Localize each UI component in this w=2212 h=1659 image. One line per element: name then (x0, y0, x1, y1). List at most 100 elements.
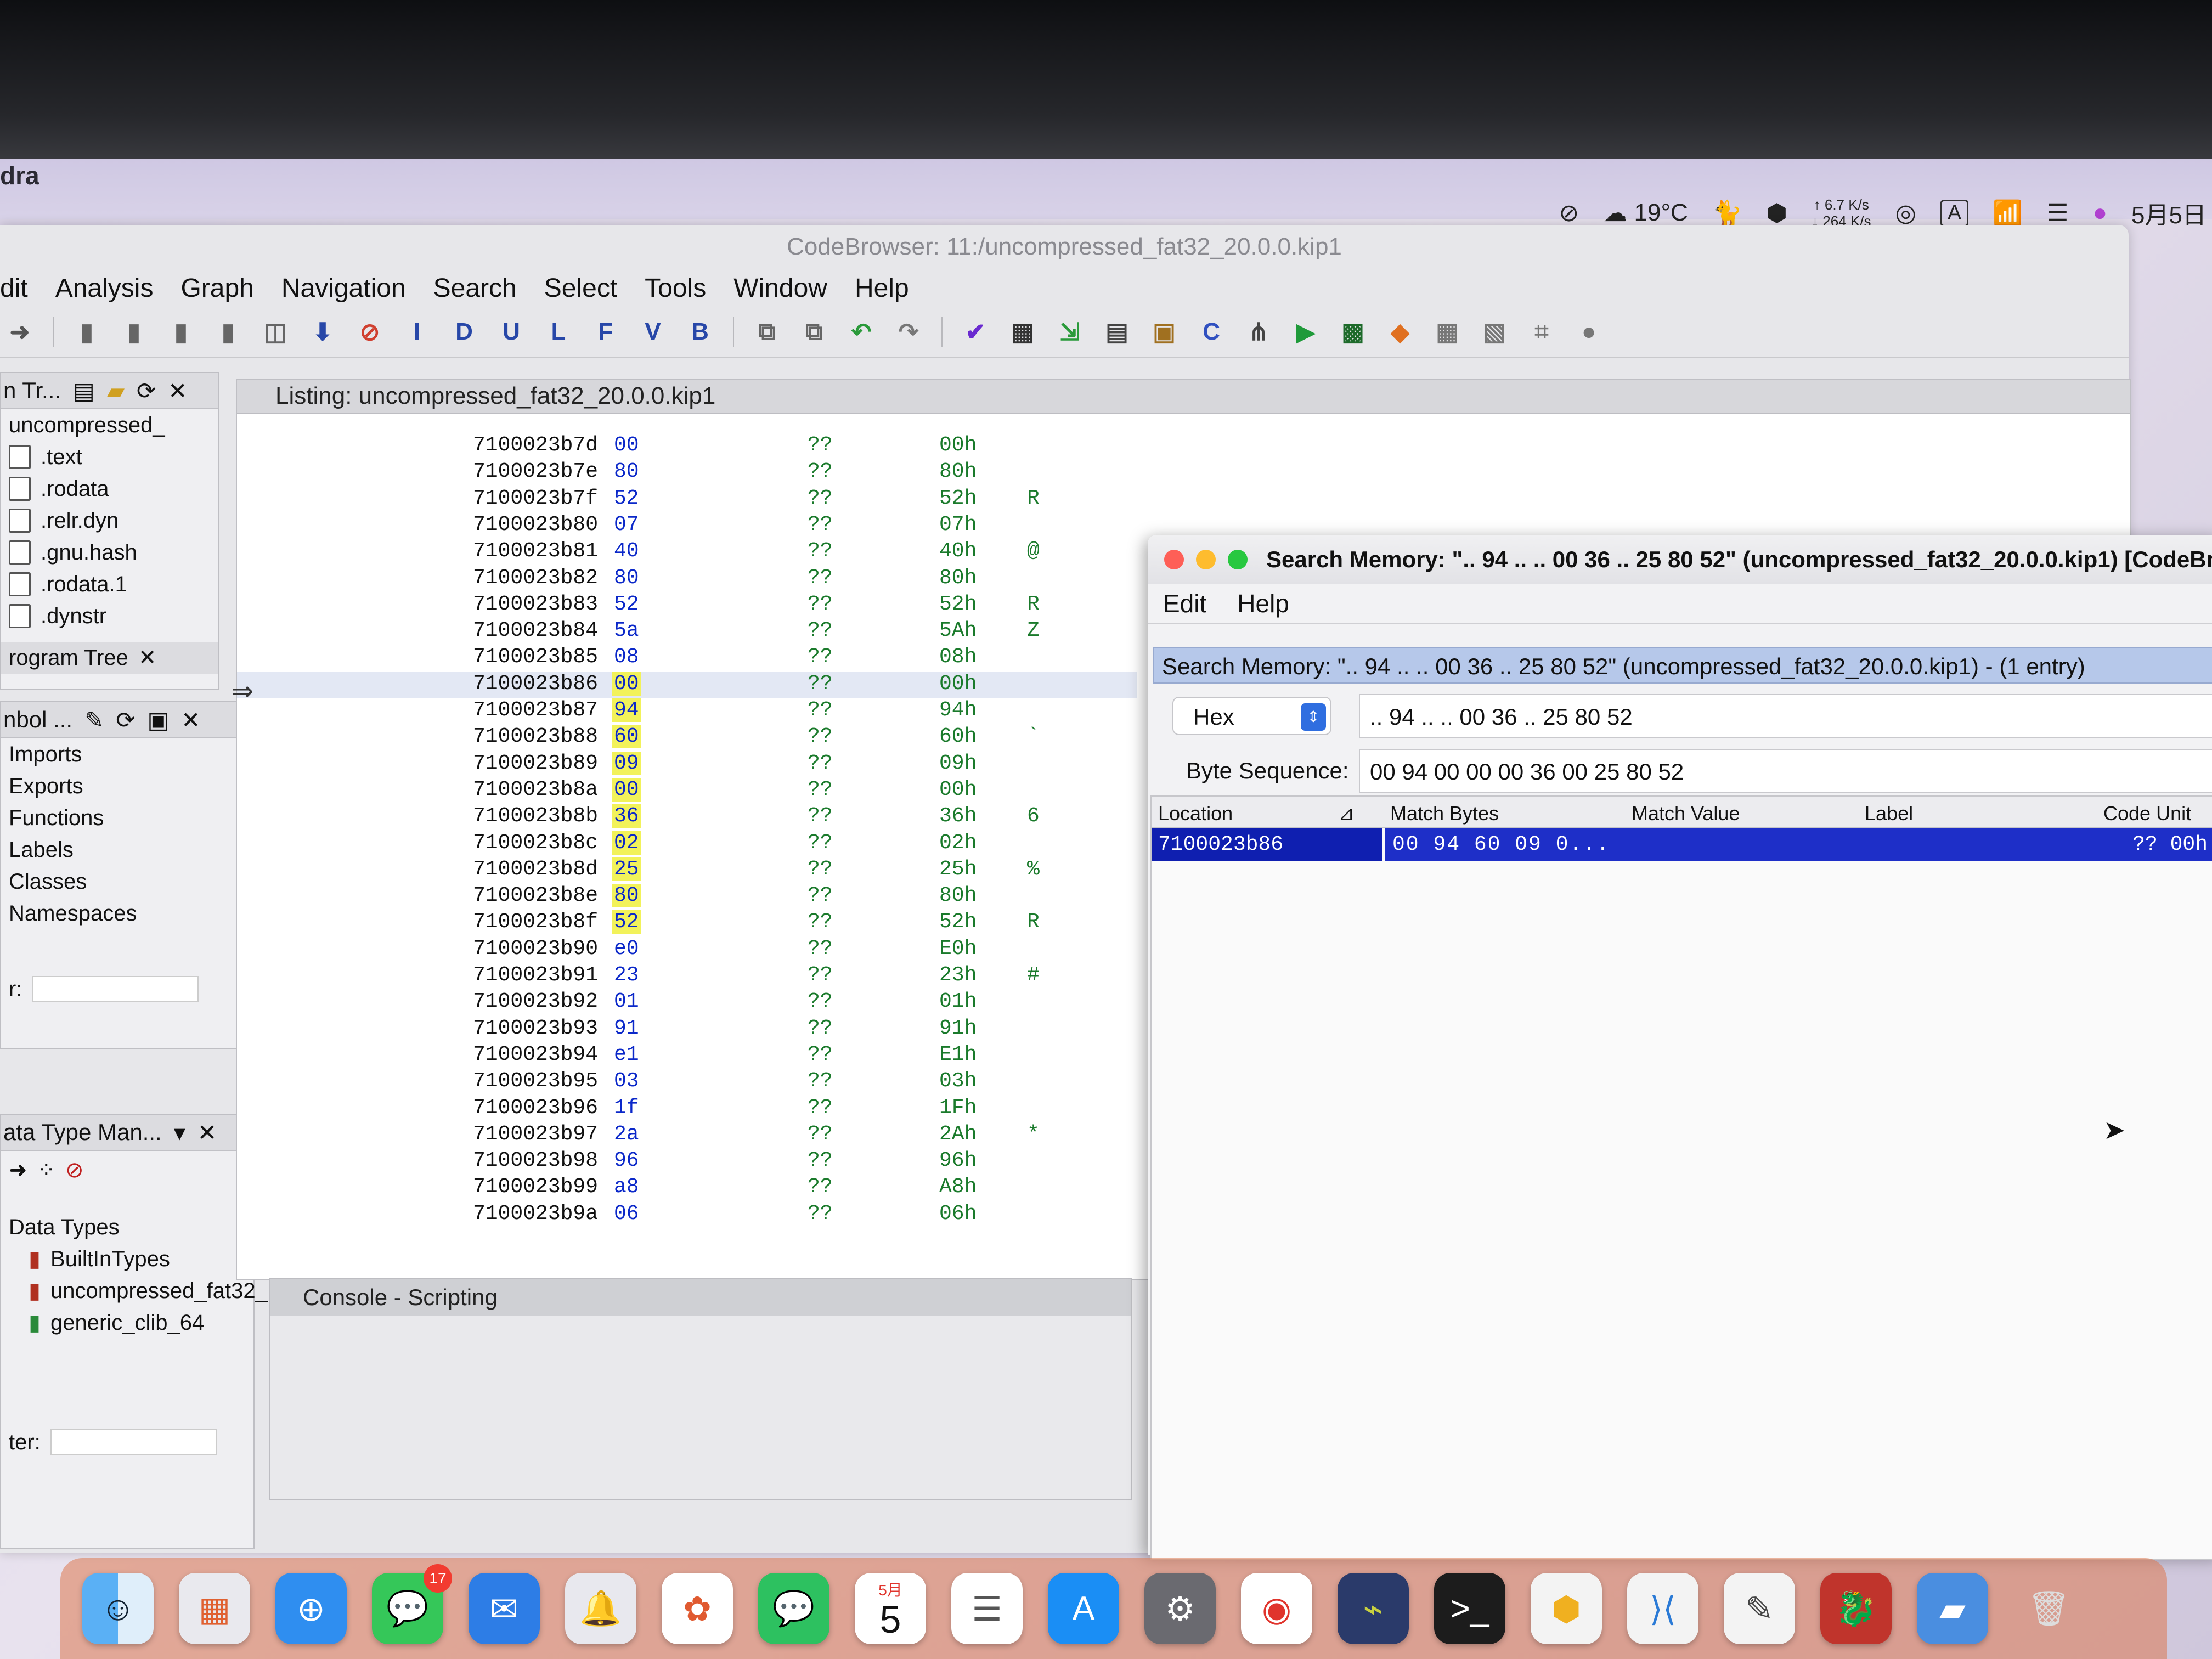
close-icon[interactable]: ✕ (181, 707, 200, 733)
no-filter-icon[interactable]: ⊘ (65, 1154, 84, 1186)
listing-row[interactable]: 7100023b90 e0?? E0h (237, 937, 1137, 963)
symbol-classes[interactable]: Classes (1, 866, 242, 898)
listing-row[interactable]: 7100023b97 2a?? 2Ah * (237, 1122, 1137, 1149)
doc-icon[interactable]: ▮ (120, 318, 148, 346)
tree-item-rodata[interactable]: .rodata (1, 473, 218, 505)
finder-icon[interactable]: ☺ (82, 1573, 154, 1644)
tree-root[interactable]: uncompressed_ (1, 409, 218, 441)
refresh-icon[interactable]: ⟳ (137, 377, 156, 404)
symbol-imports[interactable]: Imports (1, 738, 242, 770)
ghidra-icon[interactable]: 🐉 (1820, 1573, 1892, 1644)
cat-icon[interactable]: 🐈 (1712, 199, 1742, 227)
data-button[interactable]: D (450, 318, 478, 346)
listing-row[interactable]: 7100023b8c 02?? 02h (237, 831, 1137, 857)
listing-row[interactable]: 7100023b86 00?? 00h (237, 672, 1137, 698)
instruction-button[interactable]: I (403, 318, 431, 346)
listing-row[interactable]: 7100023b7f 52?? 52h R (237, 487, 1137, 513)
doc-icon[interactable]: ▮ (72, 318, 101, 346)
control-center-icon[interactable]: ☰ (2047, 199, 2068, 227)
vscode-icon[interactable]: ⟩⟨ (1627, 1573, 1699, 1644)
save-icon[interactable]: ▧ (1480, 318, 1509, 346)
menu-help[interactable]: Help (1237, 589, 1289, 618)
terminal-icon[interactable]: >_ (1434, 1573, 1505, 1644)
symbol-namespaces[interactable]: Namespaces (1, 898, 242, 929)
app-name[interactable]: dra (0, 159, 40, 192)
bookmark-button[interactable]: B (686, 318, 714, 346)
chip-icon[interactable]: ▩ (1339, 318, 1367, 346)
listing-row[interactable]: 7100023b7d 00?? 00h (237, 433, 1137, 460)
listing-row[interactable]: 7100023b91 23?? 23h # (237, 963, 1137, 990)
wifi-icon[interactable]: 📶 (1993, 199, 2023, 227)
menu-analysis[interactable]: Analysis (55, 273, 154, 303)
listing-row[interactable]: 7100023b89 09?? 09h (237, 751, 1137, 778)
variable-button[interactable]: V (639, 318, 667, 346)
app-store-icon[interactable]: A (1048, 1573, 1119, 1644)
refresh-icon[interactable]: ⟳ (116, 707, 135, 733)
folder-icon[interactable]: ▰ (1917, 1573, 1988, 1644)
sort-icon[interactable]: ⊿ (1338, 802, 1355, 825)
listing-row[interactable]: 7100023b83 52?? 52h R (237, 592, 1137, 619)
shield-icon[interactable]: ⬢ (1767, 199, 1787, 227)
listing-row[interactable]: 7100023b85 08?? 08h (237, 645, 1137, 672)
menu-navigation[interactable]: Navigation (281, 273, 406, 303)
textedit-icon[interactable]: ✎ (1724, 1573, 1795, 1644)
vpn-icon[interactable]: ⊘ (1559, 199, 1579, 227)
listing-row[interactable]: 7100023b9a 06?? 06h (237, 1202, 1137, 1228)
input-mode[interactable]: A (1940, 199, 1969, 227)
symbol-labels[interactable]: Labels (1, 834, 242, 866)
column-label[interactable]: Label (1865, 802, 1913, 825)
menu-tools[interactable]: Tools (645, 273, 706, 303)
folder-icon[interactable]: ▰ (107, 377, 125, 404)
filter-input[interactable] (50, 1429, 217, 1455)
merge-icon[interactable]: ⧉ (753, 318, 781, 346)
snapshot-icon[interactable]: ◫ (261, 318, 290, 346)
weather-item[interactable]: ☁ 19°C (1603, 199, 1688, 227)
decompile-icon[interactable]: C (1197, 318, 1226, 346)
menu-select[interactable]: Select (544, 273, 617, 303)
function-button[interactable]: F (591, 318, 620, 346)
launchpad-icon[interactable]: ▦ (179, 1573, 250, 1644)
messages-icon[interactable]: 💬 17 (372, 1564, 452, 1644)
listing-row[interactable]: 7100023b8f 52?? 52h R (237, 910, 1137, 936)
calendar-icon[interactable]: 5月 5 (855, 1573, 926, 1644)
edit-icon[interactable]: ✎ (84, 707, 104, 733)
hexagon-app-icon[interactable]: ⬢ (1531, 1573, 1602, 1644)
listing-row[interactable]: 7100023b95 03?? 03h (237, 1069, 1137, 1096)
camera-icon[interactable]: ▣ (148, 707, 170, 733)
table-row[interactable]: 7100023b86 00 94 60 09 0... ?? 00h (1152, 828, 2212, 864)
photos-icon[interactable]: ✿ (662, 1573, 733, 1644)
menu-help[interactable]: Help (855, 273, 909, 303)
check-icon[interactable]: ✔ (961, 318, 990, 346)
filter-icon[interactable]: ⁘ (37, 1154, 56, 1186)
chevron-down-icon[interactable]: ▾ (174, 1119, 185, 1146)
mail-icon[interactable]: ✉ (469, 1573, 540, 1644)
listing-row[interactable]: 7100023b88 60?? 60h ` (237, 725, 1137, 751)
reminders-icon[interactable]: ☰ (951, 1573, 1023, 1644)
tree-icon[interactable]: ▤ (73, 377, 95, 404)
menu-search[interactable]: Search (433, 273, 517, 303)
undo-icon[interactable]: ↶ (847, 318, 876, 346)
minimize-button[interactable] (1196, 550, 1216, 569)
redo-icon[interactable]: ↷ (894, 318, 923, 346)
filter-input[interactable] (32, 976, 199, 1002)
bytes-icon[interactable]: ▦ (1008, 318, 1037, 346)
listing-row[interactable]: 7100023b98 96?? 96h (237, 1149, 1137, 1175)
listing-row[interactable]: 7100023b96 1f?? 1Fh (237, 1096, 1137, 1122)
tree-icon[interactable]: ⋔ (1244, 318, 1273, 346)
wechat-icon[interactable]: 💬 (758, 1573, 830, 1644)
grid-icon[interactable]: ▦ (1433, 318, 1462, 346)
doc-icon[interactable]: ▮ (167, 318, 195, 346)
listing-row[interactable]: 7100023b92 01?? 01h (237, 990, 1137, 1016)
doc-icon[interactable]: ▮ (214, 318, 242, 346)
arrow-icon[interactable]: ➜ (9, 1154, 27, 1186)
program-tree-tab[interactable]: rogram Tree ✕ (1, 642, 218, 674)
menubar-date[interactable]: 5月5日 (2131, 195, 2207, 230)
symbol-exports[interactable]: Exports (1, 770, 242, 802)
focus-icon[interactable]: ◎ (1895, 199, 1916, 227)
menu-graph[interactable]: Graph (180, 273, 253, 303)
notification-bell-icon[interactable]: 🔔 (565, 1573, 636, 1644)
close-icon[interactable]: ✕ (168, 377, 187, 404)
export-icon[interactable]: ⇲ (1056, 318, 1084, 346)
datatype-icon[interactable]: ▣ (1150, 318, 1178, 346)
column-match-value[interactable]: Match Value (1632, 802, 1740, 825)
